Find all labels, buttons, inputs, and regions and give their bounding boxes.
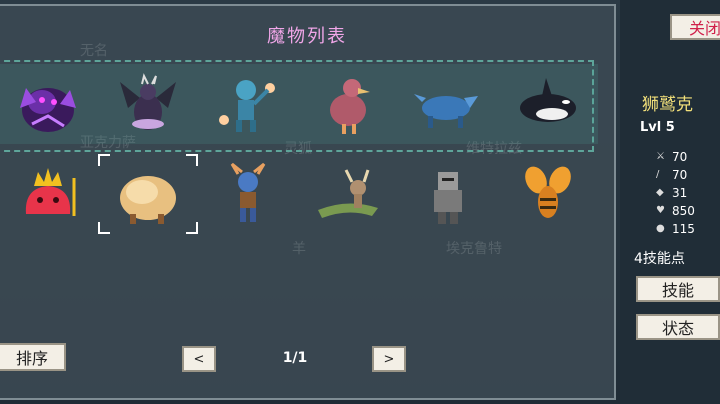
- status-button[interactable]: 状态: [636, 314, 720, 340]
- selected-monster-name: 狮鹫克: [642, 95, 693, 115]
- monster-info-sidebar: 关闭 狮鹫克 Lvl 5 ⚔ 70 / 70 ◆ 31 ♥ 850 ● 115 …: [620, 0, 720, 404]
- stat-row: ● 115: [656, 222, 695, 236]
- red-king-slime-monster-icon: [25, 168, 76, 216]
- horned-lizard-monster-icon: [318, 169, 378, 218]
- wand-icon: /: [656, 169, 660, 180]
- stat-row: ♥ 850: [656, 204, 695, 218]
- blue-goblin-monster-icon: [219, 80, 275, 132]
- next-page-button[interactable]: >: [372, 346, 406, 372]
- heart-icon: ♥: [656, 205, 665, 216]
- blue-imp-monster-icon: [230, 162, 266, 222]
- sword-icon: ⚔: [656, 151, 665, 162]
- monster-slot[interactable]: [198, 154, 298, 234]
- close-button[interactable]: 关闭: [670, 14, 720, 40]
- golden-beast-monster-icon: [120, 176, 176, 224]
- ghost-label: 无名: [80, 43, 108, 59]
- page-indicator: 1/1: [282, 350, 308, 366]
- stat-row: ◆ 31: [656, 186, 687, 200]
- shield-icon: ◆: [656, 187, 664, 198]
- monster-slot[interactable]: [0, 64, 98, 144]
- stat-value: 70: [672, 150, 688, 164]
- monster-slot[interactable]: [298, 64, 398, 144]
- monster-slot[interactable]: [398, 64, 498, 144]
- selection-corner: [98, 222, 110, 234]
- monster-slot[interactable]: [198, 64, 298, 144]
- selection-corner: [186, 154, 198, 166]
- wasp-monster-icon: [525, 166, 571, 218]
- stat-value: 850: [672, 204, 695, 218]
- skill-points: 4技能点: [634, 251, 685, 267]
- skills-button[interactable]: 技能: [636, 276, 720, 302]
- selection-corner: [98, 154, 110, 166]
- monster-slot[interactable]: [98, 64, 198, 144]
- orca-monster-icon: [520, 78, 576, 122]
- stat-value: 70: [672, 168, 688, 182]
- dark-dragon-monster-icon: [120, 73, 176, 130]
- armored-knight-monster-icon: [434, 172, 462, 224]
- stat-value: 31: [672, 186, 688, 200]
- blue-wolf-monster-icon: [414, 94, 478, 128]
- monster-slot[interactable]: [498, 64, 598, 144]
- dodo-bird-monster-icon: [330, 79, 370, 134]
- monster-slot[interactable]: [498, 154, 598, 234]
- purple-dark-blob-monster-icon: [20, 88, 76, 132]
- monster-list-panel: 魔物列表 无名 亚克力萨 灵狐 羊 维特拉兹 埃克鲁特 排序 < 1/1 >: [0, 4, 616, 400]
- stat-value: 115: [672, 222, 695, 236]
- monster-level: Lvl 5: [640, 120, 675, 135]
- stat-row: ⚔ 70: [656, 150, 687, 164]
- monster-slot[interactable]: [98, 154, 198, 234]
- monster-slot[interactable]: [298, 154, 398, 234]
- sort-button[interactable]: 排序: [0, 343, 66, 371]
- ghost-label: 埃克鲁特: [446, 241, 502, 257]
- monster-slot[interactable]: [0, 154, 98, 234]
- mana-drop-icon: ●: [656, 223, 665, 234]
- monster-slot[interactable]: [398, 154, 498, 234]
- stat-row: / 70: [656, 168, 687, 182]
- selection-corner: [186, 222, 198, 234]
- prev-page-button[interactable]: <: [182, 346, 216, 372]
- ghost-label: 羊: [292, 241, 306, 257]
